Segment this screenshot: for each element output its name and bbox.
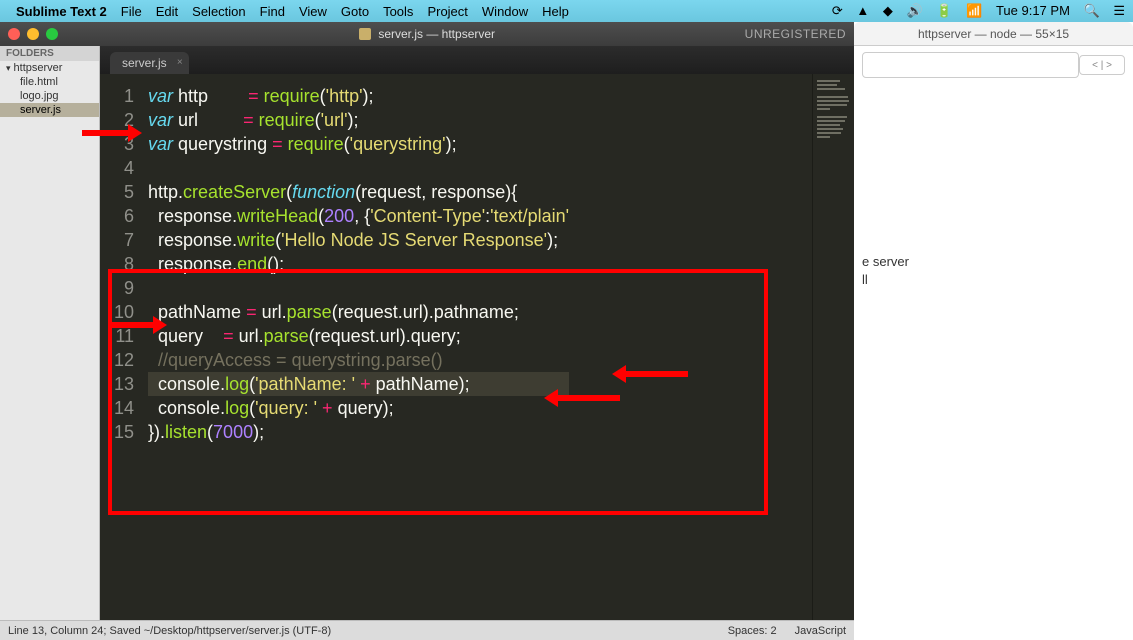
js-file-icon xyxy=(359,28,371,40)
menu-file[interactable]: File xyxy=(121,4,142,19)
menu-find[interactable]: Find xyxy=(260,4,285,19)
terminal-body[interactable]: < | > e server ll xyxy=(854,46,1133,640)
spotlight-icon[interactable]: 🔍 xyxy=(1084,3,1100,18)
menu-window[interactable]: Window xyxy=(482,4,528,19)
unregistered-label: UNREGISTERED xyxy=(745,27,846,41)
window-title: server.js — httpserver xyxy=(0,27,854,41)
status-left: Line 13, Column 24; Saved ~/Desktop/http… xyxy=(8,625,331,637)
sidebar-header: FOLDERS xyxy=(0,46,99,61)
status-spaces[interactable]: Spaces: 2 xyxy=(728,625,777,637)
status-bar: Line 13, Column 24; Saved ~/Desktop/http… xyxy=(0,620,854,640)
app-name[interactable]: Sublime Text 2 xyxy=(16,4,107,19)
sidebar-file-selected[interactable]: server.js xyxy=(0,103,99,117)
code-editor[interactable]: 123456789101112131415 var http = require… xyxy=(100,74,854,620)
sidebar-file[interactable]: logo.jpg xyxy=(0,89,99,103)
status-syntax[interactable]: JavaScript xyxy=(795,625,846,637)
menu-extra-icon[interactable]: ☰ xyxy=(1113,3,1125,18)
window-zoom-icon[interactable] xyxy=(46,28,58,40)
menu-project[interactable]: Project xyxy=(427,4,467,19)
menu-goto[interactable]: Goto xyxy=(341,4,369,19)
terminal-nav-chips[interactable]: < | > xyxy=(1079,55,1125,75)
tab-close-icon[interactable]: × xyxy=(177,57,183,68)
terminal-line: e server xyxy=(862,254,1125,269)
terminal-title: httpserver — node — 55×15 xyxy=(918,27,1069,41)
window-minimize-icon[interactable] xyxy=(27,28,39,40)
menu-tools[interactable]: Tools xyxy=(383,4,413,19)
menu-help[interactable]: Help xyxy=(542,4,569,19)
sublime-titlebar[interactable]: server.js — httpserver UNREGISTERED xyxy=(0,22,854,46)
status-icons: ⟳ ▲ ◆ 🔊 🔋 📶 Tue 9:17 PM 🔍 ☰ xyxy=(822,3,1125,19)
clock[interactable]: Tue 9:17 PM xyxy=(996,3,1070,18)
drive-icon[interactable]: ◆ xyxy=(883,3,893,18)
terminal-titlebar: httpserver — node — 55×15 xyxy=(854,22,1133,46)
menu-view[interactable]: View xyxy=(299,4,327,19)
menu-edit[interactable]: Edit xyxy=(156,4,178,19)
sidebar-file[interactable]: file.html xyxy=(0,75,99,89)
tab-serverjs[interactable]: server.js × xyxy=(110,52,189,74)
terminal-line: ll xyxy=(862,272,1125,287)
menu-selection[interactable]: Selection xyxy=(192,4,245,19)
sublime-window: server.js — httpserver UNREGISTERED FOLD… xyxy=(0,22,854,640)
sidebar-folder[interactable]: httpserver xyxy=(0,61,99,75)
terminal-toolbar-field[interactable] xyxy=(862,52,1079,78)
macos-menubar: Sublime Text 2 File Edit Selection Find … xyxy=(0,0,1133,22)
wifi-icon[interactable]: 📶 xyxy=(966,3,982,18)
sync-icon[interactable]: ⟳ xyxy=(832,3,843,18)
line-number-gutter: 123456789101112131415 xyxy=(100,74,140,620)
battery-icon[interactable]: 🔋 xyxy=(936,3,952,18)
minimap[interactable] xyxy=(812,74,854,620)
window-close-icon[interactable] xyxy=(8,28,20,40)
code-area[interactable]: var http = require('http');var url = req… xyxy=(140,74,573,620)
volume-icon[interactable]: 🔊 xyxy=(907,3,923,18)
sidebar[interactable]: FOLDERS httpserver file.html logo.jpg se… xyxy=(0,46,100,620)
tab-label: server.js xyxy=(122,56,167,70)
tab-bar: server.js × xyxy=(100,46,854,74)
cloud-icon[interactable]: ▲ xyxy=(856,3,869,18)
